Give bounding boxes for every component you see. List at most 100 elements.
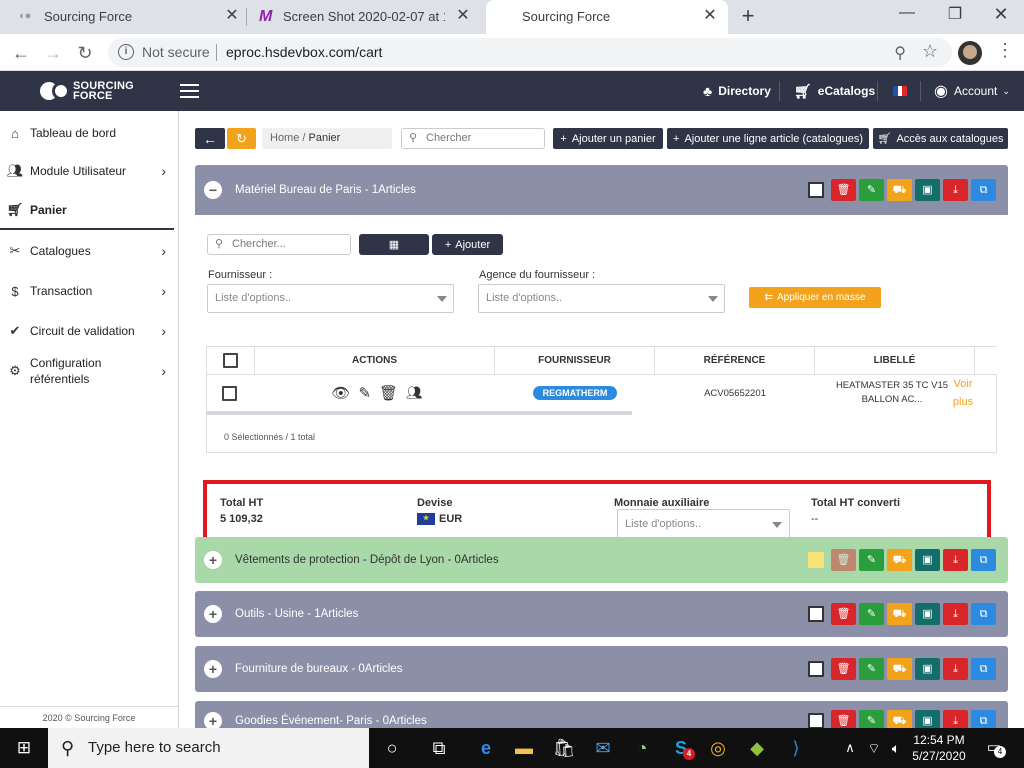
browser-tab-3-active[interactable]: Sourcing Force ✕ <box>486 0 728 34</box>
apply-mass-button[interactable]: ⇇ Appliquer en masse <box>749 287 881 308</box>
basket-icon[interactable]: ⛟ <box>887 603 912 625</box>
chevron-up-icon[interactable]: ∧ <box>838 736 862 760</box>
aux-currency-select[interactable]: Liste d'options.. <box>617 509 790 539</box>
hamburger-menu-icon[interactable] <box>180 84 199 98</box>
wifi-icon[interactable]: ⌔ <box>862 736 886 760</box>
sidebar-item-catalogs[interactable]: ✂ Catalogues › <box>0 241 178 261</box>
briefcase-icon[interactable]: ▣ <box>915 549 940 571</box>
expand-icon[interactable]: + <box>204 551 222 569</box>
pencil-icon[interactable]: ✎ <box>358 384 371 402</box>
briefcase-icon[interactable]: ▣ <box>915 603 940 625</box>
add-catalog-line-button[interactable]: + Ajouter une ligne article (catalogues) <box>667 128 869 149</box>
column-header[interactable]: FOURNISSEUR <box>495 347 655 375</box>
edit-icon[interactable]: ✎ <box>859 710 884 728</box>
zoom-icon[interactable]: ⚲ <box>894 43 906 63</box>
edit-icon[interactable]: ✎ <box>859 179 884 201</box>
cart-select-checkbox[interactable] <box>808 182 824 198</box>
system-clock[interactable]: 12:54 PM 5/27/2020 <box>906 732 972 764</box>
external-link-icon[interactable]: ⧉ <box>971 603 996 625</box>
see-more-link[interactable]: Voir plus <box>945 375 981 411</box>
sidebar-item-configuration[interactable]: ⚙ Configuration référentiels › <box>0 355 178 387</box>
add-line-button[interactable]: + Ajouter <box>432 234 503 255</box>
delete-icon[interactable]: 🗑︎ <box>831 549 856 571</box>
breadcrumb-home[interactable]: Home <box>270 132 299 144</box>
download-icon[interactable]: ⤓ <box>943 179 968 201</box>
delete-icon[interactable]: 🗑︎ <box>831 179 856 201</box>
download-icon[interactable]: ⤓ <box>943 658 968 680</box>
supplier-select[interactable]: Liste d'options.. <box>207 284 454 313</box>
supplier-badge[interactable]: REGMATHERM <box>532 386 618 400</box>
columns-toggle-button[interactable]: ▦ <box>359 234 429 255</box>
taskbar-search-box[interactable]: ⚲ Type here to search <box>48 728 369 768</box>
user-plus-icon[interactable]: 👥︎ <box>406 385 423 401</box>
cart-panel[interactable]: + Outils - Usine - 1Articles 🗑︎ ✎ ⛟ ▣ ⤓ … <box>195 591 1008 637</box>
edit-icon[interactable]: ✎ <box>859 658 884 680</box>
eye-icon[interactable]: 👁︎ <box>331 384 350 402</box>
profile-avatar[interactable] <box>958 41 982 65</box>
cart-select-checkbox[interactable] <box>808 713 824 728</box>
volume-icon[interactable]: 🔈︎ <box>884 736 908 760</box>
close-tab-icon[interactable]: ✕ <box>453 6 473 26</box>
basket-icon[interactable]: ⛟ <box>887 549 912 571</box>
forward-arrow-icon[interactable]: → <box>40 40 66 66</box>
store-icon[interactable]: 🛍︎ <box>552 736 576 760</box>
task-view-icon[interactable]: ⧉ <box>427 736 451 760</box>
directory-link[interactable]: ♣ Directory <box>703 71 771 111</box>
timer-app-icon[interactable]: ◔ <box>630 736 654 760</box>
briefcase-icon[interactable]: ▣ <box>915 179 940 201</box>
file-explorer-icon[interactable]: ▬ <box>512 736 536 760</box>
ecatalogs-link[interactable]: 🛒︎ eCatalogs <box>794 71 875 111</box>
reload-icon[interactable]: ↻ <box>72 40 98 66</box>
restore-icon[interactable]: ❐ <box>940 4 970 26</box>
info-icon[interactable]: i <box>118 44 134 60</box>
cortana-icon[interactable]: ○ <box>380 736 404 760</box>
download-icon[interactable]: ⤓ <box>943 549 968 571</box>
chrome-icon[interactable]: ◎ <box>706 736 730 760</box>
cart-panel-header[interactable]: + Vêtements de protection - Dépôt de Lyo… <box>195 537 1008 583</box>
agency-select[interactable]: Liste d'options.. <box>478 284 725 313</box>
refresh-button[interactable]: ↻ <box>227 128 256 149</box>
close-tab-icon[interactable]: ✕ <box>700 6 720 26</box>
sidebar-item-user-module[interactable]: 👥︎ Module Utilisateur › <box>0 161 178 181</box>
select-all-checkbox[interactable] <box>223 353 238 368</box>
briefcase-icon[interactable]: ▣ <box>915 658 940 680</box>
cart-panel[interactable]: + Goodies Événement- Paris - 0Articles 🗑… <box>195 701 1008 728</box>
cart-panel[interactable]: + Fourniture de bureaux - 0Articles 🗑︎ ✎… <box>195 646 1008 692</box>
browser-tab-1[interactable]: ◖● Sourcing Force ✕ <box>0 0 246 34</box>
cart-select-checkbox[interactable] <box>808 552 824 568</box>
catalog-access-button[interactable]: 🛒︎ Accès aux catalogues <box>873 128 1008 149</box>
close-tab-icon[interactable]: ✕ <box>222 6 242 26</box>
minimize-icon[interactable]: — <box>892 4 922 26</box>
trash-icon[interactable]: 🗑︎ <box>379 384 398 402</box>
basket-icon[interactable]: ⛟ <box>887 179 912 201</box>
back-button[interactable]: ← <box>195 128 225 149</box>
briefcase-icon[interactable]: ▣ <box>915 710 940 728</box>
cart-select-checkbox[interactable] <box>808 606 824 622</box>
column-header[interactable]: LIBELLÉ <box>815 347 975 375</box>
delete-icon[interactable]: 🗑︎ <box>831 710 856 728</box>
menu-kebab-icon[interactable]: ⋮ <box>996 40 1014 61</box>
edit-icon[interactable]: ✎ <box>859 603 884 625</box>
edit-icon[interactable]: ✎ <box>859 549 884 571</box>
sidebar-item-dashboard[interactable]: ⌂ Tableau de bord <box>0 123 178 143</box>
horizontal-scrollbar[interactable] <box>207 411 632 415</box>
external-link-icon[interactable]: ⧉ <box>971 179 996 201</box>
browser-tab-2[interactable]: M Screen Shot 2020-02-07 at 12.19 ✕ <box>247 0 485 34</box>
external-link-icon[interactable]: ⧉ <box>971 549 996 571</box>
cart-panel-header[interactable]: + Goodies Événement- Paris - 0Articles 🗑… <box>195 701 1008 728</box>
bookmark-star-icon[interactable]: ☆ <box>922 41 938 62</box>
basket-icon[interactable]: ⛟ <box>887 658 912 680</box>
expand-icon[interactable]: + <box>204 660 222 678</box>
sidebar-item-validation[interactable]: ✔ Circuit de validation › <box>0 321 178 341</box>
notifications-icon[interactable]: ▭ 4 <box>982 736 1006 760</box>
download-icon[interactable]: ⤓ <box>943 710 968 728</box>
account-menu[interactable]: ◉ Account ⌄ <box>934 71 1010 111</box>
cart-search-input[interactable]: ⚲ Chercher <box>401 128 545 149</box>
cart-panel-header[interactable]: + Fourniture de bureaux - 0Articles 🗑︎ ✎… <box>195 646 1008 692</box>
cart-panel[interactable]: + Vêtements de protection - Dépôt de Lyo… <box>195 537 1008 583</box>
url-text[interactable]: eproc.hsdevbox.com/cart <box>226 44 382 60</box>
skype-icon[interactable]: S4 <box>669 736 695 760</box>
language-selector[interactable] <box>893 71 908 111</box>
expand-icon[interactable]: + <box>204 712 222 728</box>
row-checkbox[interactable] <box>221 385 237 401</box>
